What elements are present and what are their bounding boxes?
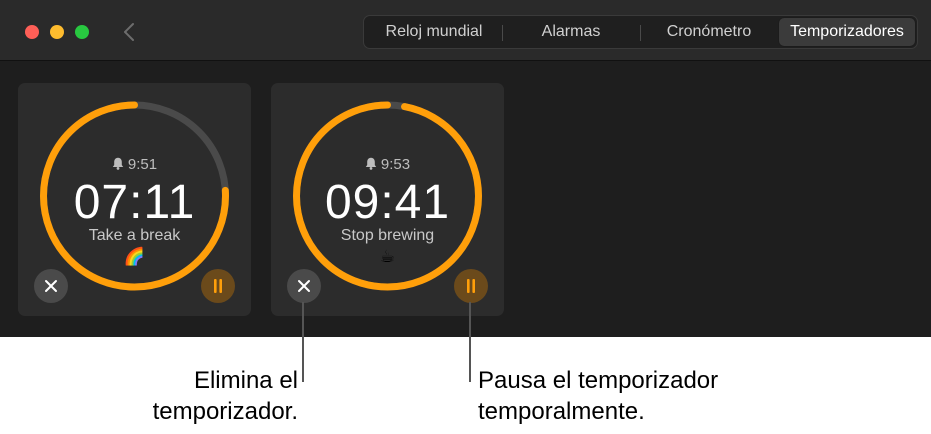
alarm-time: 9:53 <box>271 156 504 173</box>
callout-line-pause <box>469 302 471 382</box>
alarm-time-text: 9:51 <box>127 156 158 173</box>
view-tabs: Reloj mundial Alarmas Cronómetro Tempori… <box>363 15 918 49</box>
pause-timer-button[interactable] <box>454 269 488 303</box>
tab-divider <box>640 25 641 41</box>
bell-icon <box>112 157 124 170</box>
pause-timer-button[interactable] <box>201 269 235 303</box>
callout-pause-line1: Pausa el temporizador <box>478 367 719 394</box>
close-icon <box>298 280 310 292</box>
callout-pause-line2: temporalmente. <box>478 398 645 425</box>
back-button[interactable] <box>118 18 142 46</box>
callout-cancel-line2: temporizador. <box>152 398 298 425</box>
chevron-left-icon <box>124 23 134 41</box>
cancel-timer-button[interactable] <box>287 269 321 303</box>
clock-window: Reloj mundial Alarmas Cronómetro Tempori… <box>0 0 931 337</box>
timer-emoji: 🌈 <box>123 247 146 266</box>
alarm-time-text: 9:53 <box>380 156 411 173</box>
close-icon <box>45 280 57 292</box>
callout-cancel: Elimina el temporizador. <box>100 365 298 427</box>
callout-line-cancel <box>302 302 304 382</box>
callout-pause: Pausa el temporizador temporalmente. <box>478 365 778 427</box>
tab-temporizadores[interactable]: Temporizadores <box>779 18 915 46</box>
timer-card: 9:51 07:11 Take a break 🌈 <box>18 83 251 316</box>
timer-card: 9:53 09:41 Stop brewing ☕ <box>271 83 504 316</box>
timer-label: Stop brewing <box>340 227 435 244</box>
tab-reloj-mundial[interactable]: Reloj mundial <box>368 18 500 46</box>
pause-icon <box>214 279 222 293</box>
tab-divider <box>502 25 503 41</box>
minimize-window-button[interactable] <box>50 25 64 39</box>
close-window-button[interactable] <box>25 25 39 39</box>
tab-alarmas[interactable]: Alarmas <box>504 18 638 46</box>
remaining-time: 09:41 <box>324 176 451 229</box>
alarm-time: 9:51 <box>18 156 251 173</box>
tab-cronometro[interactable]: Cronómetro <box>642 18 776 46</box>
callout-cancel-line1: Elimina el <box>193 367 298 394</box>
pause-icon <box>467 279 475 293</box>
remaining-time: 07:11 <box>73 176 196 229</box>
timer-label: Take a break <box>88 227 181 244</box>
zoom-window-button[interactable] <box>75 25 89 39</box>
bell-icon <box>365 157 377 170</box>
timer-emoji: ☕ <box>379 247 396 266</box>
title-bar: Reloj mundial Alarmas Cronómetro Tempori… <box>0 0 931 61</box>
cancel-timer-button[interactable] <box>34 269 68 303</box>
